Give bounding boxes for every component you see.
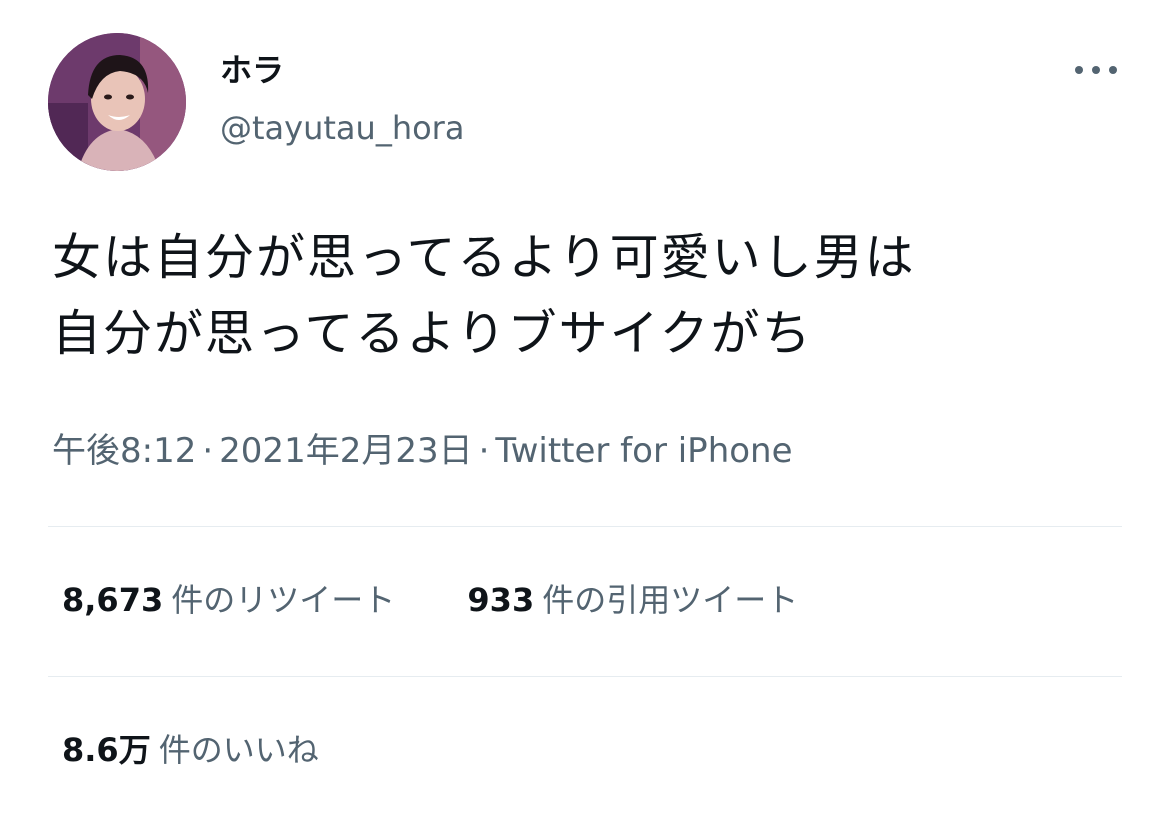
likes-label: 件のいいね bbox=[158, 731, 319, 769]
tweet-date[interactable]: 2021年2月23日 bbox=[219, 431, 472, 471]
tweet-time[interactable]: 午後8:12 bbox=[52, 431, 196, 471]
meta-separator: · bbox=[478, 431, 490, 471]
more-options-button[interactable] bbox=[1068, 52, 1124, 88]
avatar[interactable] bbox=[48, 33, 186, 171]
likes-count: 8.6万 bbox=[62, 731, 151, 769]
profile-photo-image bbox=[48, 33, 186, 171]
meta-separator: · bbox=[202, 431, 214, 471]
retweets-stat[interactable]: 8,673 件のリツイート bbox=[62, 578, 395, 622]
retweets-count: 8,673 bbox=[62, 581, 164, 619]
tweet-source[interactable]: Twitter for iPhone bbox=[495, 431, 792, 471]
author-handle[interactable]: @tayutau_hora bbox=[220, 108, 464, 148]
likes-stats: 8.6万 件のいいね bbox=[62, 728, 319, 772]
more-options-icon bbox=[1075, 66, 1117, 74]
quote-tweets-stat[interactable]: 933 件の引用ツイート bbox=[467, 578, 798, 622]
quote-tweets-count: 933 bbox=[467, 581, 535, 619]
tweet-text-line-1: 女は自分が思ってるより可愛いし男は bbox=[52, 229, 916, 286]
tweet-meta: 午後8:12 · 2021年2月23日 · Twitter for iPhone bbox=[52, 428, 793, 474]
divider bbox=[48, 526, 1122, 527]
author-display-name[interactable]: ホラ bbox=[220, 50, 284, 90]
divider bbox=[48, 676, 1122, 677]
retweets-label: 件のリツイート bbox=[171, 581, 396, 619]
quote-tweets-label: 件の引用ツイート bbox=[542, 581, 799, 619]
tweet-text: 女は自分が思ってるより可愛いし男は 自分が思ってるよりブサイクがち bbox=[52, 220, 1132, 372]
likes-stat[interactable]: 8.6万 件のいいね bbox=[62, 728, 319, 772]
tweet-text-line-2: 自分が思ってるよりブサイクがち bbox=[52, 305, 813, 362]
engagement-stats: 8,673 件のリツイート 933 件の引用ツイート bbox=[62, 578, 798, 622]
